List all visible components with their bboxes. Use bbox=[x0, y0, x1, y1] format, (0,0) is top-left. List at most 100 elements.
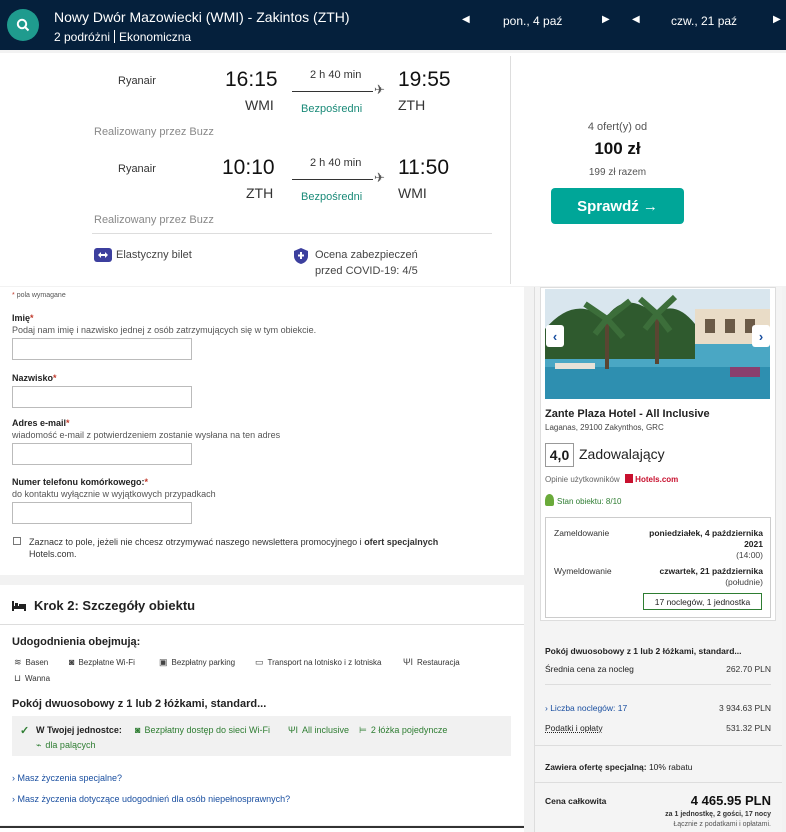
checkin-time: (14:00) bbox=[736, 550, 763, 560]
nights-count-toggle[interactable]: › Liczba noclegów: 17 bbox=[545, 703, 627, 713]
step2-title: Krok 2: Szczegóły obiektu bbox=[34, 598, 196, 613]
email-input[interactable] bbox=[12, 443, 192, 465]
flight-duration: 2 h 40 min bbox=[310, 69, 362, 81]
stops-label: Bezpośredni bbox=[301, 103, 363, 115]
email-label: Adres e-mail* bbox=[12, 418, 70, 428]
hotel-name[interactable]: Zante Plaza Hotel - All Inclusive bbox=[545, 408, 710, 420]
amenity-bathtub: ⊔ Wanna bbox=[14, 673, 51, 683]
departure-time: 10:10 bbox=[222, 156, 275, 179]
required-note: * pola wymagane bbox=[12, 292, 66, 299]
special-requests-link[interactable]: › Masz życzenia specjalne? bbox=[12, 773, 122, 783]
name-label: Imię* bbox=[12, 313, 34, 323]
airline-name: Ryanair bbox=[118, 163, 156, 175]
checkin-label: Zameldowanie bbox=[554, 528, 610, 538]
pool-icon: ≋ bbox=[14, 657, 22, 667]
price-room-name: Pokój dwuosobowy z 1 lub 2 łóżkami, stan… bbox=[545, 646, 742, 656]
smoking-icon: ⌁ bbox=[36, 740, 42, 750]
bed-icon bbox=[12, 598, 26, 616]
offers-count: 4 ofert(y) od bbox=[587, 121, 648, 133]
in-unit-smoking: ⌁ dla palących bbox=[36, 740, 96, 750]
depart-date[interactable]: pon., 4 paź bbox=[503, 14, 562, 28]
newsletter-checkbox[interactable] bbox=[13, 537, 21, 545]
covid-rating-line2: przed COVID-19: 4/5 bbox=[315, 265, 418, 277]
travellers-summary[interactable]: 2 podróżni Ekonomiczna bbox=[54, 30, 191, 44]
covid-rating-line1: Ocena zabezpieczeń bbox=[315, 249, 418, 261]
avg-price-label: Średnia cena za nocleg bbox=[545, 664, 634, 674]
search-button[interactable] bbox=[7, 9, 39, 41]
checkout-label: Wymeldowanie bbox=[554, 566, 612, 576]
photo-prev-button[interactable]: ‹ bbox=[546, 325, 564, 347]
wifi-icon: ◙ bbox=[69, 657, 75, 667]
nights-price-value: 3 934.63 PLN bbox=[719, 703, 771, 713]
room-name: Pokój dwuosobowy z 1 lub 2 łóżkami, stan… bbox=[12, 698, 267, 710]
cutlery-icon: ΨΙ bbox=[403, 657, 414, 667]
departure-airport: WMI bbox=[245, 97, 274, 113]
email-hint: wiadomość e-mail z potwierdzeniem zostan… bbox=[12, 430, 281, 440]
rating-score: 4,0 bbox=[545, 443, 574, 467]
phone-hint: do kontaktu wyłącznie w wyjątkowych przy… bbox=[12, 489, 216, 499]
divider bbox=[92, 233, 492, 234]
name-input[interactable] bbox=[12, 338, 192, 360]
route-title[interactable]: Nowy Dwór Mazowiecki (WMI) - Zakintos (Z… bbox=[54, 9, 350, 25]
check-offer-button[interactable]: Sprawdź → bbox=[551, 188, 684, 224]
hotel-photo[interactable] bbox=[545, 289, 770, 399]
in-unit-beds: ⊨ 2 łóżka pojedyncze bbox=[359, 725, 448, 735]
divider bbox=[534, 782, 782, 783]
in-unit-label: W Twojej jednostce: bbox=[36, 725, 122, 735]
divider bbox=[0, 624, 524, 625]
flexible-ticket-label: Elastyczny bilet bbox=[116, 249, 192, 261]
depart-next-arrow-icon[interactable]: ▶ bbox=[602, 14, 610, 25]
hotels-logo-icon bbox=[624, 474, 633, 483]
name-hint: Podaj nam imię i nazwisko jednej z osób … bbox=[12, 325, 317, 335]
amenity-wifi: ◙ Bezpłatne Wi-Fi bbox=[69, 657, 135, 667]
chevron-left-icon: ‹ bbox=[552, 328, 558, 344]
arrival-airport: ZTH bbox=[398, 97, 426, 113]
offer-price: 100 zł bbox=[594, 139, 641, 158]
hotel-address: Laganas, 29100 Zakynthos, GRC bbox=[545, 423, 664, 432]
total-price-value: 4 465.95 PLN bbox=[690, 793, 771, 808]
property-condition: Stan obiektu: 8/10 bbox=[545, 494, 622, 506]
phone-input[interactable] bbox=[12, 502, 192, 524]
user-reviews[interactable]: Opinie użytkowników Hotels.com bbox=[545, 474, 678, 484]
operated-by: Realizowany przez Buzz bbox=[94, 214, 214, 226]
route-line bbox=[292, 179, 373, 180]
cutlery-icon: ΨΙ bbox=[288, 725, 299, 735]
taxes-label[interactable]: Podatki i opłaty bbox=[545, 723, 603, 733]
operated-by: Realizowany przez Buzz bbox=[94, 126, 214, 138]
checkin-date: poniedziałek, 4 października bbox=[649, 528, 763, 538]
route-line bbox=[292, 91, 373, 92]
travellers-count: 2 podróżni bbox=[54, 30, 111, 44]
accessibility-requests-link[interactable]: › Masz życzenia dotyczące udogodnień dla… bbox=[12, 794, 290, 804]
bed-icon: ⊨ bbox=[359, 725, 367, 735]
plane-icon: ✈ bbox=[374, 82, 385, 97]
avg-price-value: 262.70 PLN bbox=[726, 664, 771, 674]
stops-label: Bezpośredni bbox=[301, 191, 363, 203]
return-date[interactable]: czw., 21 paź bbox=[671, 14, 737, 28]
checkout-time: (południe) bbox=[725, 577, 763, 587]
total-price-note: Łącznie z podatkami i opłatami. bbox=[673, 821, 771, 828]
covid-shield-icon bbox=[293, 247, 309, 270]
chevron-right-icon: › bbox=[758, 328, 764, 344]
surname-input[interactable] bbox=[12, 386, 192, 408]
departure-time: 16:15 bbox=[225, 68, 278, 91]
return-prev-arrow-icon[interactable]: ◀ bbox=[632, 14, 640, 25]
return-next-arrow-icon[interactable]: ▶ bbox=[773, 14, 781, 25]
flight-duration: 2 h 40 min bbox=[310, 157, 362, 169]
arrival-airport: WMI bbox=[398, 185, 427, 201]
in-unit-wifi: ◙ Bezpłatny dostęp do sieci Wi-Fi bbox=[135, 725, 270, 735]
amenity-airport-transfer: ▭ Transport na lotnisko i z lotniska bbox=[255, 657, 382, 667]
checkout-date: czwartek, 21 października bbox=[659, 566, 763, 576]
award-icon bbox=[545, 494, 554, 506]
nights-badge: 17 noclegów, 1 jednostka bbox=[643, 593, 762, 610]
departure-airport: ZTH bbox=[246, 185, 274, 201]
divider bbox=[545, 684, 771, 685]
arrival-time: 19:55 bbox=[398, 68, 451, 91]
arrival-time: 11:50 bbox=[398, 156, 449, 179]
bathtub-icon: ⊔ bbox=[14, 673, 22, 683]
amenity-restaurant: ΨΙ Restauracja bbox=[403, 657, 460, 667]
depart-prev-arrow-icon[interactable]: ◀ bbox=[462, 14, 470, 25]
checkin-year: 2021 bbox=[744, 539, 763, 549]
airline-name: Ryanair bbox=[118, 75, 156, 87]
divider bbox=[534, 745, 782, 746]
photo-next-button[interactable]: › bbox=[752, 325, 770, 347]
